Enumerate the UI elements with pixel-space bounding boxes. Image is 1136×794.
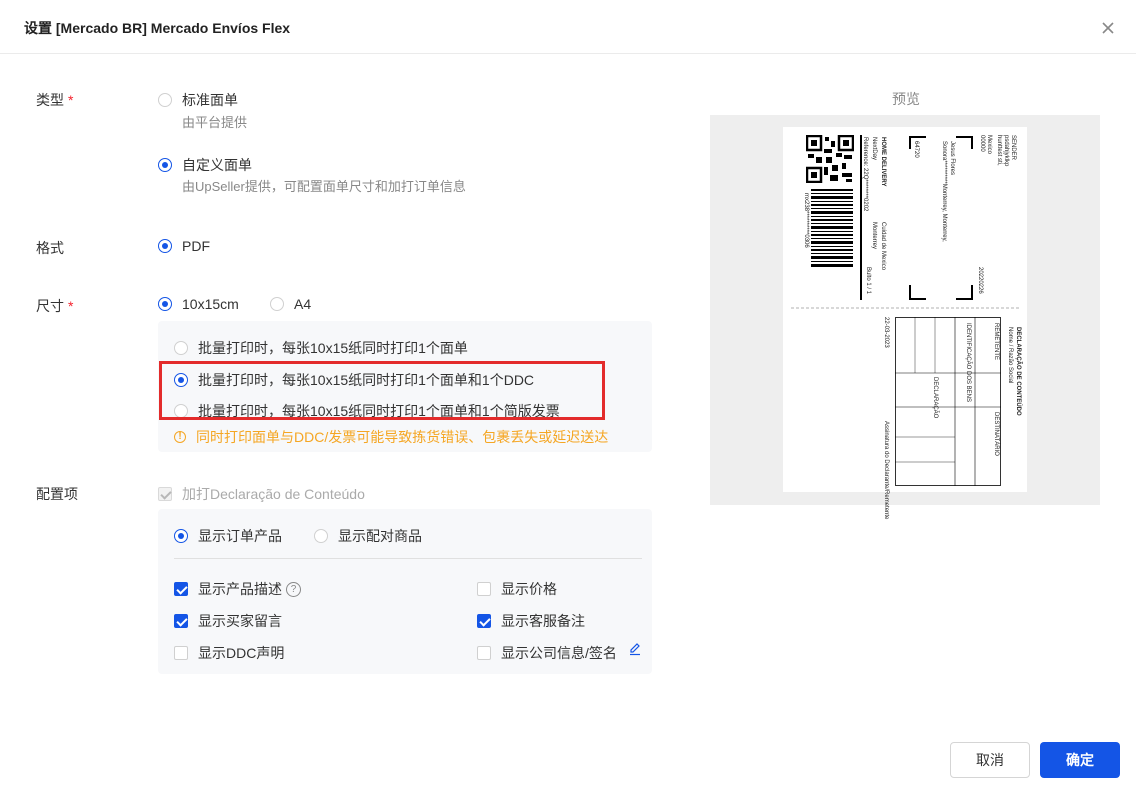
recipient-name: Jesus Flores (949, 141, 955, 176)
sender-line3: hunttest sti, (996, 135, 1002, 166)
checkbox[interactable] (477, 614, 491, 628)
info-icon: ! (174, 431, 186, 443)
standard-label-desc: 由平台提供 (182, 115, 248, 130)
radio-standard-label[interactable]: 标准面单 (158, 90, 238, 110)
header-divider (0, 53, 1136, 54)
label-divider (860, 135, 862, 300)
radio-show-order-products[interactable]: 显示订单产品 (174, 526, 282, 546)
warning-message: ! 同时打印面单与DDC/发票可能导致拣货错误、包裹丢失或延迟送达 (174, 427, 608, 447)
ddc-identification: IDENTIFICAÇÃO DOS BENS (965, 323, 971, 403)
radio-button[interactable] (158, 93, 172, 107)
size-label: 尺寸 * (36, 298, 74, 314)
zip-code: 64720 (913, 141, 919, 158)
ddc-date: 22-03-2023 (883, 317, 889, 348)
checkbox-price[interactable]: 显示价格 (477, 579, 557, 599)
ddc-receiver: DESTINATÁRIO (993, 412, 999, 456)
label-date: 20220226 (977, 267, 983, 294)
label-preview: mx238**********0306 HOME DELIVERY NextDa… (783, 127, 1027, 519)
checkbox[interactable] (174, 614, 188, 628)
format-label: 格式 (36, 240, 64, 256)
checkbox[interactable] (477, 646, 491, 660)
radio-button[interactable] (158, 239, 172, 253)
sender-line5: 00000 (979, 135, 985, 152)
radio-batch-label-only[interactable]: 批量打印时，每张10x15纸同时打印1个面单 (174, 338, 468, 358)
ddc-divider (791, 307, 1019, 309)
radio-pdf[interactable]: PDF (158, 238, 210, 254)
service-type: NextDay (871, 137, 877, 161)
radio-button[interactable] (174, 341, 188, 355)
radio-button[interactable] (158, 297, 172, 311)
checkbox[interactable] (174, 646, 188, 660)
ddc-title: DECLARAÇÃO DE CONTEÚDO (1015, 327, 1021, 416)
custom-label-desc: 由UpSeller提供，可配置面单尺寸和加打订单信息 (182, 179, 466, 194)
radio-a4[interactable]: A4 (270, 296, 311, 312)
radio-button[interactable] (270, 297, 284, 311)
city-text: Cuidad de Mexico (880, 222, 886, 271)
ddc-table (895, 317, 1001, 486)
bulto-text: Bulto 1 / 1 (865, 267, 871, 295)
radio-show-paired-products[interactable]: 显示配对商品 (314, 526, 422, 546)
ddc-subtitle: Nome / Razão Social (1007, 327, 1013, 384)
dialog-title: 设置 [Mercado BR] Mercado Envíos Flex (24, 20, 291, 36)
radio-10x15[interactable]: 10x15cm (158, 296, 239, 312)
checkbox[interactable] (477, 582, 491, 596)
ddc-sender: REMETENTE (993, 323, 999, 361)
barcode-text: mx238**********0306 (803, 193, 809, 248)
cancel-button[interactable]: 取消 (950, 742, 1030, 778)
edit-icon[interactable] (628, 642, 642, 656)
delivery-type: HOME DELIVERY (880, 137, 886, 187)
radio-button[interactable] (158, 158, 172, 172)
sender-line1: SENDER (1010, 135, 1016, 161)
checkbox-buyer-message[interactable]: 显示买家留言 (174, 611, 282, 631)
highlight-box (159, 361, 605, 420)
qr-code-icon (806, 135, 854, 183)
barcode-icon (811, 189, 853, 267)
checkbox (158, 487, 172, 501)
sender-line2: psdahjyklkp (1003, 135, 1009, 167)
config-divider (174, 558, 642, 559)
close-icon[interactable] (1098, 18, 1118, 38)
ddc-declaration: DECLARAÇÃO (932, 377, 938, 419)
checkbox-declaration: 加打Declaração de Conteúdo (158, 484, 365, 504)
help-icon[interactable]: ? (286, 581, 301, 597)
confirm-button[interactable]: 确定 (1040, 742, 1120, 778)
ddc-footer: Assinatura do Declarante/Remetente (883, 421, 889, 520)
preview-title: 预览 (892, 91, 920, 107)
checkbox-company-info[interactable]: 显示公司信息/签名 (477, 643, 617, 663)
radio-button[interactable] (174, 529, 188, 543)
radio-custom-label[interactable]: 自定义面单 (158, 155, 252, 175)
radio-button[interactable] (314, 529, 328, 543)
checkbox-product-description[interactable]: 显示产品描述 ? (174, 579, 301, 599)
city2-text: Monterrey (871, 222, 877, 250)
sender-line4: Mexico (986, 135, 992, 155)
config-label: 配置项 (36, 486, 78, 502)
recipient-address: Sonora**********Monterrey, Monterrey, (941, 141, 947, 242)
checkbox-ddc-statement[interactable]: 显示DDC声明 (174, 643, 284, 663)
checkbox-service-note[interactable]: 显示客服备注 (477, 611, 585, 631)
type-label: 类型 * (36, 92, 74, 108)
checkbox[interactable] (174, 582, 188, 596)
